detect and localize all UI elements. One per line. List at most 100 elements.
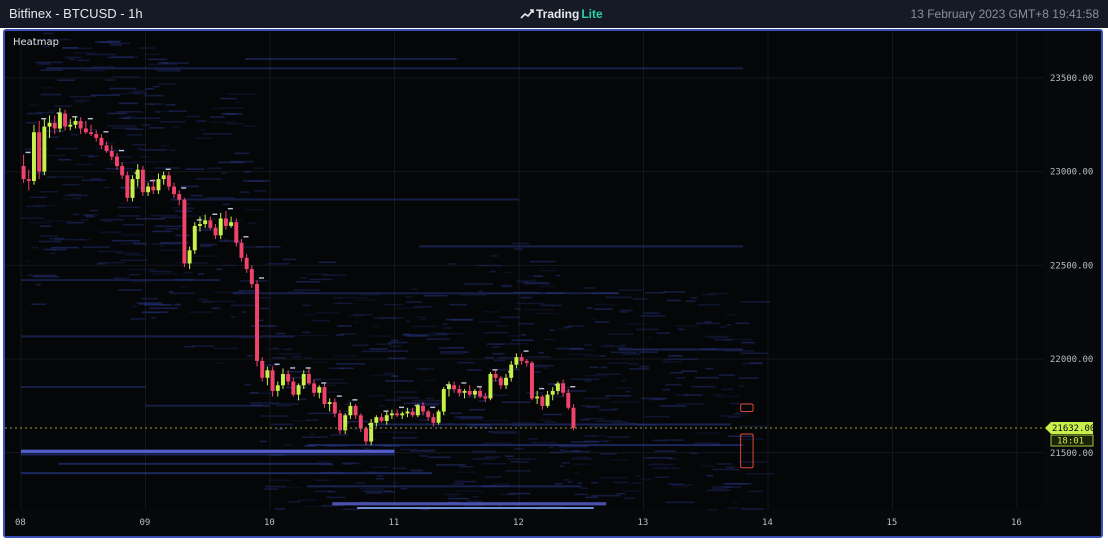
- candle-body[interactable]: [135, 169, 140, 180]
- candle-body[interactable]: [239, 242, 244, 258]
- candle-body[interactable]: [348, 405, 353, 416]
- candle-body[interactable]: [291, 381, 296, 395]
- candle-body[interactable]: [457, 389, 462, 393]
- candle-body[interactable]: [426, 411, 431, 418]
- candle-body[interactable]: [545, 394, 550, 406]
- candle-body[interactable]: [452, 385, 457, 390]
- candlesticks[interactable]: [21, 107, 576, 446]
- candle-body[interactable]: [369, 422, 374, 442]
- candle-body[interactable]: [504, 377, 509, 386]
- chart-panel[interactable]: 21500.00 22000.00 22500.00 23000.00 23500.00…: [3, 29, 1103, 538]
- candle-body[interactable]: [472, 390, 477, 395]
- candle-body[interactable]: [358, 415, 363, 429]
- candle-body[interactable]: [317, 387, 322, 393]
- candle-body[interactable]: [389, 413, 394, 416]
- candle-body[interactable]: [208, 220, 213, 228]
- candle-body[interactable]: [421, 405, 426, 412]
- candle-body[interactable]: [161, 175, 166, 180]
- candle-body[interactable]: [566, 392, 571, 408]
- candle-body[interactable]: [229, 222, 234, 226]
- candle-body[interactable]: [197, 224, 202, 226]
- candle-body[interactable]: [498, 377, 503, 386]
- candle-body[interactable]: [244, 257, 249, 270]
- candle-body[interactable]: [524, 360, 529, 363]
- candle-body[interactable]: [493, 374, 498, 378]
- candle-body[interactable]: [26, 179, 31, 181]
- candle-body[interactable]: [519, 357, 524, 361]
- candle-body[interactable]: [213, 227, 218, 236]
- candle-body[interactable]: [47, 122, 52, 127]
- candle-body[interactable]: [561, 383, 566, 393]
- candle-body[interactable]: [172, 186, 177, 195]
- candle-body[interactable]: [203, 220, 208, 225]
- heatmap-chart[interactable]: 21500.00 22000.00 22500.00 23000.00 23500.00…: [5, 31, 1101, 536]
- candle-body[interactable]: [21, 165, 26, 180]
- candle-body[interactable]: [462, 390, 467, 393]
- candle-body[interactable]: [182, 199, 187, 264]
- candle-body[interactable]: [441, 389, 446, 412]
- candle-body[interactable]: [140, 169, 145, 193]
- candle-body[interactable]: [353, 405, 358, 416]
- candle-body[interactable]: [104, 145, 109, 151]
- candle-body[interactable]: [57, 113, 62, 129]
- candle-body[interactable]: [89, 132, 94, 135]
- candle-body[interactable]: [535, 396, 540, 399]
- candle-body[interactable]: [467, 390, 472, 395]
- candle-body[interactable]: [379, 417, 384, 421]
- candle-body[interactable]: [540, 396, 545, 406]
- candle-body[interactable]: [395, 413, 400, 416]
- candle-body[interactable]: [73, 120, 78, 125]
- candle-body[interactable]: [37, 132, 42, 172]
- candle-body[interactable]: [218, 218, 223, 236]
- candle-body[interactable]: [384, 415, 389, 421]
- candle-body[interactable]: [151, 186, 156, 191]
- candle-body[interactable]: [312, 383, 317, 393]
- candle-body[interactable]: [410, 411, 415, 416]
- candle-body[interactable]: [177, 194, 182, 200]
- candle-body[interactable]: [322, 387, 327, 405]
- candle-body[interactable]: [234, 222, 239, 243]
- candle-body[interactable]: [374, 417, 379, 423]
- candle-body[interactable]: [99, 137, 104, 146]
- candle-body[interactable]: [270, 370, 275, 391]
- candle-body[interactable]: [446, 385, 451, 390]
- candle-body[interactable]: [94, 134, 99, 138]
- candle-body[interactable]: [301, 374, 306, 386]
- candle-body[interactable]: [156, 179, 161, 191]
- candle-body[interactable]: [286, 374, 291, 382]
- candle-body[interactable]: [405, 411, 410, 414]
- candle-body[interactable]: [42, 126, 47, 172]
- candle-body[interactable]: [436, 411, 441, 423]
- candle-body[interactable]: [192, 225, 197, 251]
- candle-body[interactable]: [332, 402, 337, 414]
- candle-body[interactable]: [249, 269, 254, 285]
- candle-body[interactable]: [187, 250, 192, 264]
- candle-body[interactable]: [265, 370, 270, 378]
- candle-body[interactable]: [255, 284, 260, 361]
- candle-body[interactable]: [83, 128, 88, 133]
- candle-body[interactable]: [120, 165, 125, 176]
- candle-body[interactable]: [166, 175, 171, 187]
- candle-body[interactable]: [63, 113, 68, 127]
- candle-body[interactable]: [327, 402, 332, 405]
- candle-body[interactable]: [415, 405, 420, 416]
- candle-body[interactable]: [130, 179, 135, 198]
- candle-body[interactable]: [488, 374, 493, 399]
- candle-body[interactable]: [52, 122, 57, 129]
- candle-body[interactable]: [223, 218, 228, 226]
- candle-body[interactable]: [275, 385, 280, 391]
- candle-body[interactable]: [109, 150, 114, 157]
- indicator-label[interactable]: Heatmap: [13, 37, 59, 48]
- candle-body[interactable]: [296, 385, 301, 395]
- candle-body[interactable]: [555, 383, 560, 391]
- candle-body[interactable]: [125, 175, 130, 198]
- candle-body[interactable]: [529, 362, 534, 399]
- candle-body[interactable]: [31, 132, 36, 181]
- candle-body[interactable]: [571, 407, 576, 429]
- candle-body[interactable]: [509, 364, 514, 378]
- candle-body[interactable]: [483, 396, 488, 399]
- candle-body[interactable]: [280, 374, 285, 386]
- candle-body[interactable]: [363, 428, 368, 442]
- candle-body[interactable]: [260, 360, 265, 378]
- candle-body[interactable]: [146, 186, 151, 193]
